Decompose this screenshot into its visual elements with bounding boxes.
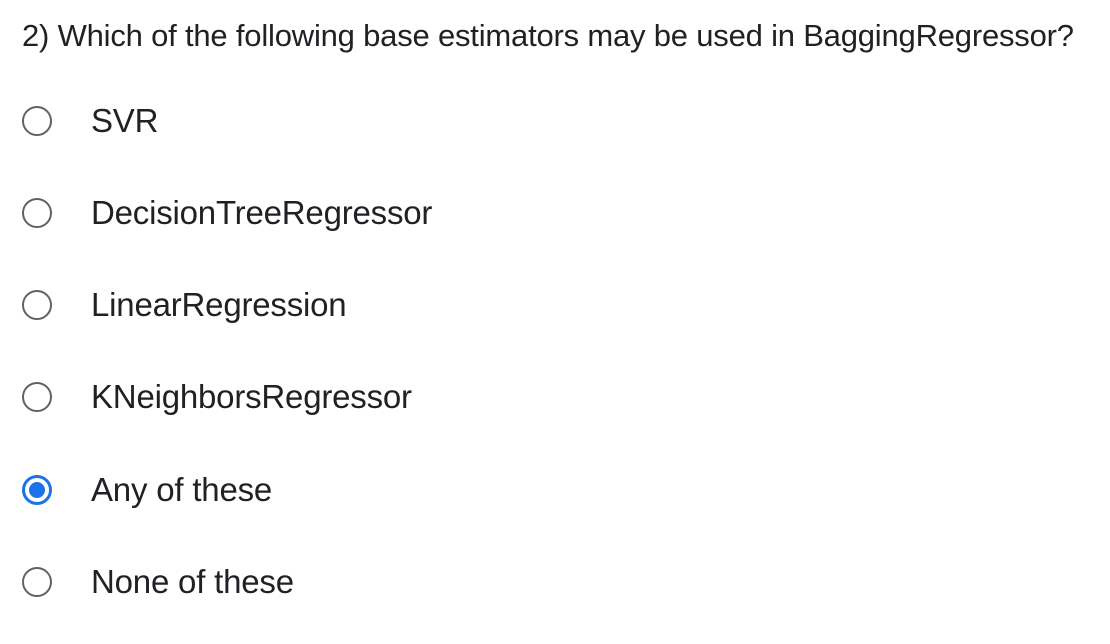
radio-button[interactable] — [22, 106, 52, 136]
radio-button[interactable] — [22, 567, 52, 597]
option-any-of-these[interactable]: Any of these — [22, 470, 272, 510]
option-label: Any of these — [91, 471, 273, 508]
option-svr[interactable]: SVR — [22, 101, 158, 141]
option-linear-regression[interactable]: LinearRegression — [22, 285, 347, 325]
option-none-of-these[interactable]: None of these — [22, 562, 294, 602]
option-label: LinearRegression — [91, 286, 347, 323]
option-kneighbors-regressor[interactable]: KNeighborsRegressor — [22, 377, 412, 417]
option-label: KNeighborsRegressor — [91, 378, 412, 415]
radio-button[interactable] — [22, 198, 52, 228]
answer-options: SVR DecisionTreeRegressor LinearRegressi… — [0, 0, 1110, 644]
option-label: SVR — [91, 102, 159, 139]
option-label: None of these — [91, 563, 294, 600]
radio-button[interactable] — [22, 382, 52, 412]
radio-button-selected[interactable] — [22, 475, 52, 505]
option-decision-tree-regressor[interactable]: DecisionTreeRegressor — [22, 193, 432, 233]
option-label: DecisionTreeRegressor — [91, 194, 433, 231]
radio-button[interactable] — [22, 290, 52, 320]
